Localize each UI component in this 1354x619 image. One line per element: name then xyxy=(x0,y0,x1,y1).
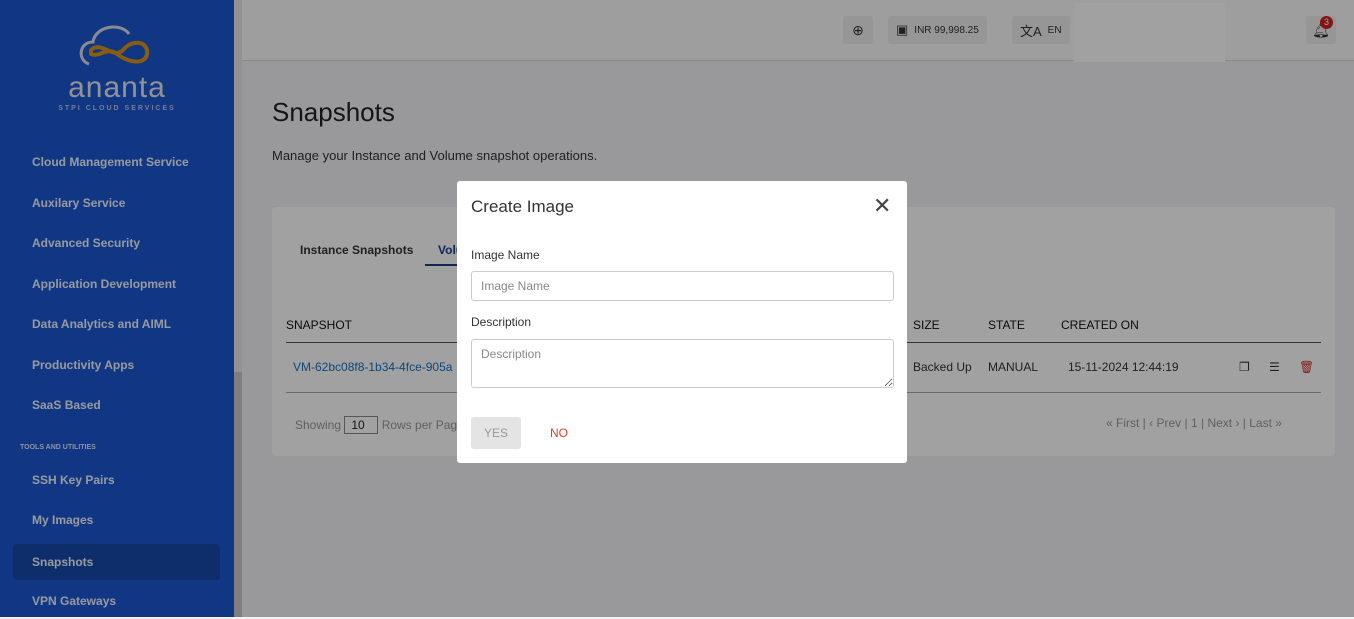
yes-button[interactable]: YES xyxy=(471,417,521,449)
image-name-input[interactable] xyxy=(471,271,894,301)
no-button[interactable]: NO xyxy=(541,417,577,449)
dialog-title: Create Image xyxy=(471,197,574,216)
close-icon[interactable]: ✕ xyxy=(873,193,891,219)
description-input[interactable] xyxy=(471,339,894,388)
description-label: Description xyxy=(471,315,532,329)
create-image-dialog: Create Image ✕ Image Name Description YE… xyxy=(457,181,907,463)
image-name-label: Image Name xyxy=(471,248,540,262)
